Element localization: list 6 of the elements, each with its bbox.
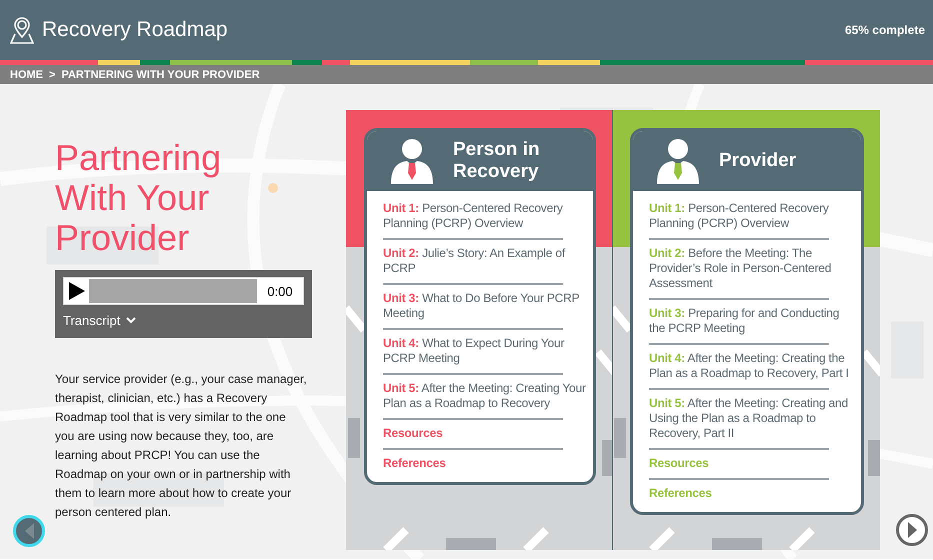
breadcrumb-link[interactable]: PARTNERING WITH YOUR PROVIDER — [61, 68, 260, 80]
progress-text: 65% complete — [844, 23, 925, 37]
app-title: Recovery Roadmap — [42, 18, 229, 42]
map-pin-icon — [10, 16, 34, 44]
breadcrumb-link[interactable]: HOME — [10, 68, 43, 80]
breadcrumb-separator: > — [49, 68, 56, 80]
